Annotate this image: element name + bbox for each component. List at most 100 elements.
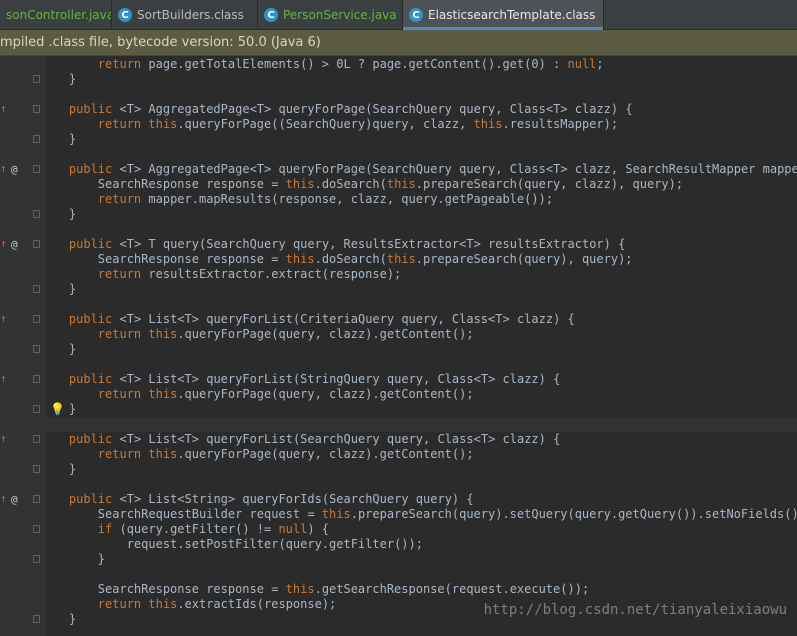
code-text: } bbox=[40, 552, 106, 566]
code-text: return this.queryForPage((SearchQuery)qu… bbox=[97, 117, 619, 131]
code-line[interactable] bbox=[0, 567, 797, 582]
code-line[interactable]: } bbox=[0, 72, 797, 87]
tab-person-controller[interactable]: sonController.java bbox=[0, 0, 112, 30]
override-method-icon[interactable]: ↑ bbox=[0, 313, 7, 325]
code-text: return mapper.mapResults(response, clazz… bbox=[97, 192, 554, 206]
code-line[interactable]: if (query.getFilter() != null) { bbox=[0, 522, 797, 537]
code-text: return resultsExtractor.extract(response… bbox=[97, 267, 402, 281]
fold-marker-icon[interactable] bbox=[33, 465, 40, 473]
code-line[interactable]: ↑ @ public <T> T query(SearchQuery query,… bbox=[0, 237, 797, 252]
code-line[interactable]: } bbox=[0, 342, 797, 357]
override-method-icon[interactable]: ↑ bbox=[0, 163, 7, 175]
tab-label: sonController.java bbox=[6, 8, 112, 22]
code-line[interactable]: } bbox=[0, 132, 797, 147]
code-line[interactable] bbox=[0, 297, 797, 312]
code-line[interactable] bbox=[0, 147, 797, 162]
code-line[interactable] bbox=[0, 477, 797, 492]
fold-marker-icon[interactable] bbox=[33, 105, 40, 113]
code-line[interactable]: return this.queryForPage(query, clazz).g… bbox=[0, 387, 797, 402]
override-method-icon[interactable]: ↑ bbox=[0, 103, 7, 115]
code-line[interactable]: ↑ @ public <T> AggregatedPage<T> queryFor… bbox=[0, 162, 797, 177]
code-line[interactable]: return mapper.mapResults(response, clazz… bbox=[0, 192, 797, 207]
code-editor[interactable]: return page.getTotalElements() > 0L ? pa… bbox=[0, 56, 797, 636]
code-line[interactable]: } bbox=[0, 207, 797, 222]
code-line[interactable]: } bbox=[0, 282, 797, 297]
fold-marker-icon[interactable] bbox=[33, 555, 40, 563]
fold-marker-icon[interactable] bbox=[33, 525, 40, 533]
tab-sort-builders[interactable]: C SortBuilders.class bbox=[112, 0, 258, 30]
watermark: http://blog.csdn.net/tianyaleixiaowu bbox=[483, 602, 787, 618]
code-line[interactable]: } bbox=[0, 552, 797, 567]
code-text: } bbox=[40, 612, 77, 626]
code-text: } bbox=[40, 72, 77, 86]
fold-marker-icon[interactable] bbox=[33, 285, 40, 293]
override-method-icon[interactable]: ↑ bbox=[0, 493, 7, 505]
code-text: SearchResponse response = this.doSearch(… bbox=[97, 177, 684, 191]
class-file-icon: C bbox=[409, 8, 423, 22]
code-text: SearchResponse response = this.doSearch(… bbox=[97, 252, 633, 266]
override-method-icon[interactable]: ↑ bbox=[0, 433, 7, 445]
code-line[interactable]: ↑ public <T> List<T> queryForList(Criter… bbox=[0, 312, 797, 327]
code-line[interactable]: ↑ public <T> List<T> queryForList(String… bbox=[0, 372, 797, 387]
fold-marker-icon[interactable] bbox=[33, 210, 40, 218]
tab-label: SortBuilders.class bbox=[137, 8, 244, 22]
code-line[interactable]: ↑ public <T> List<T> queryForList(Search… bbox=[0, 432, 797, 447]
fold-marker-icon[interactable] bbox=[33, 495, 40, 503]
code-text: public <T> List<String> queryForIds(Sear… bbox=[68, 492, 474, 506]
code-text: public <T> List<T> queryForList(StringQu… bbox=[68, 372, 561, 386]
code-text: SearchRequestBuilder request = this.prep… bbox=[97, 507, 797, 521]
fold-marker-icon[interactable] bbox=[33, 615, 40, 623]
fold-marker-icon[interactable] bbox=[33, 75, 40, 83]
code-line[interactable] bbox=[0, 627, 797, 636]
banner-text: mpiled .class file, bytecode version: 50… bbox=[0, 35, 321, 50]
code-text: } bbox=[40, 207, 77, 221]
tab-label: PersonService.java bbox=[283, 8, 397, 22]
code-text: return this.queryForPage(query, clazz).g… bbox=[97, 387, 474, 401]
fold-marker-icon[interactable] bbox=[33, 345, 40, 353]
code-text: request.setPostFilter(query.getFilter())… bbox=[126, 537, 423, 551]
annotation-icon[interactable]: @ bbox=[11, 492, 18, 507]
code-line[interactable]: ↑ public <T> AggregatedPage<T> queryForP… bbox=[0, 102, 797, 117]
annotation-icon[interactable]: @ bbox=[11, 237, 18, 252]
fold-marker-icon[interactable] bbox=[33, 165, 40, 173]
code-text: return this.extractIds(response); bbox=[97, 597, 337, 611]
fold-marker-icon[interactable] bbox=[33, 135, 40, 143]
code-line[interactable] bbox=[0, 222, 797, 237]
code-line[interactable]: return this.queryForPage(query, clazz).g… bbox=[0, 327, 797, 342]
tab-label: ElasticsearchTemplate.class bbox=[428, 8, 596, 22]
code-line[interactable]: } bbox=[0, 462, 797, 477]
fold-marker-icon[interactable] bbox=[33, 435, 40, 443]
code-line[interactable]: return this.queryForPage((SearchQuery)qu… bbox=[0, 117, 797, 132]
code-line[interactable]: return resultsExtractor.extract(response… bbox=[0, 267, 797, 282]
code-line[interactable]: request.setPostFilter(query.getFilter())… bbox=[0, 537, 797, 552]
class-file-icon: C bbox=[118, 8, 132, 22]
code-line[interactable]: ↑ @ public <T> List<String> queryForIds(S… bbox=[0, 492, 797, 507]
code-text: SearchResponse response = this.getSearch… bbox=[97, 582, 590, 596]
code-text: } bbox=[40, 462, 77, 476]
code-line[interactable]: 💡 } bbox=[0, 402, 797, 417]
fold-marker-icon[interactable] bbox=[33, 405, 40, 413]
annotation-icon[interactable]: @ bbox=[11, 162, 18, 177]
code-line[interactable] bbox=[0, 417, 797, 432]
code-line[interactable]: SearchResponse response = this.doSearch(… bbox=[0, 177, 797, 192]
code-line[interactable]: return this.queryForPage(query, clazz).g… bbox=[0, 447, 797, 462]
tab-person-service[interactable]: C PersonService.java bbox=[258, 0, 403, 30]
code-text: public <T> AggregatedPage<T> queryForPag… bbox=[68, 162, 797, 176]
fold-marker-icon[interactable] bbox=[33, 315, 40, 323]
code-line[interactable]: return page.getTotalElements() > 0L ? pa… bbox=[0, 57, 797, 72]
code-line[interactable]: SearchResponse response = this.doSearch(… bbox=[0, 252, 797, 267]
override-method-icon[interactable]: ↑ bbox=[0, 373, 7, 385]
code-text: if (query.getFilter() != null) { bbox=[97, 522, 330, 536]
decompiled-class-banner: mpiled .class file, bytecode version: 50… bbox=[0, 30, 797, 56]
fold-marker-icon[interactable] bbox=[33, 375, 40, 383]
code-text: } bbox=[40, 402, 77, 416]
override-method-icon[interactable]: ↑ bbox=[0, 238, 7, 250]
code-line[interactable] bbox=[0, 357, 797, 372]
code-line[interactable]: SearchResponse response = this.getSearch… bbox=[0, 582, 797, 597]
code-text: public <T> T query(SearchQuery query, Re… bbox=[68, 237, 626, 251]
code-line[interactable]: SearchRequestBuilder request = this.prep… bbox=[0, 507, 797, 522]
fold-marker-icon[interactable] bbox=[33, 240, 40, 248]
close-icon[interactable]: ✕ bbox=[603, 9, 604, 22]
tab-elasticsearch-template[interactable]: C ElasticsearchTemplate.class ✕ bbox=[403, 0, 604, 30]
code-line[interactable] bbox=[0, 87, 797, 102]
